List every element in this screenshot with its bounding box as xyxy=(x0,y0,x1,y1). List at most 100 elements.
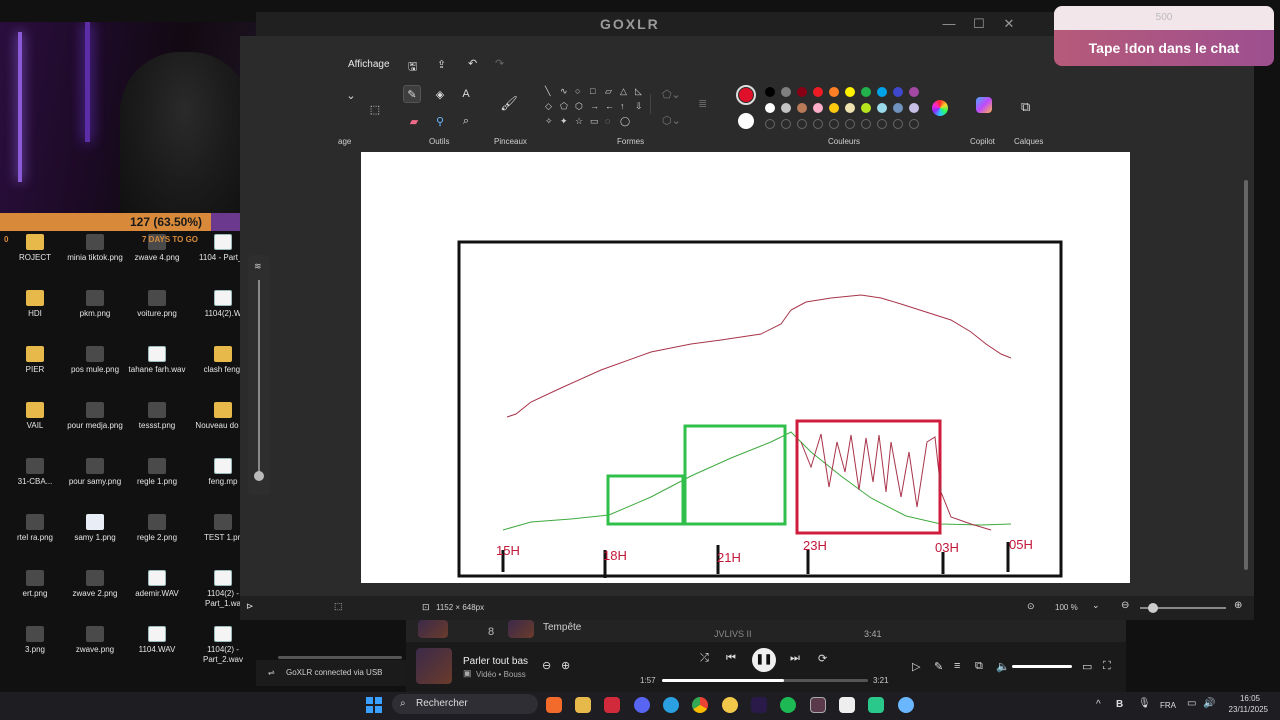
desktop-icon[interactable]: 1104(2) - Part_2.wav xyxy=(188,626,258,665)
shape-tool-icon[interactable]: □ xyxy=(590,86,595,96)
maximize-button[interactable]: ☐ xyxy=(972,16,986,32)
color-swatch[interactable] xyxy=(877,87,887,97)
app-icon[interactable] xyxy=(868,697,884,713)
shape-tool-icon[interactable]: ✧ xyxy=(545,116,553,127)
shape-tool-icon[interactable]: ◌ xyxy=(605,116,610,126)
color-swatch[interactable] xyxy=(909,103,919,113)
color-swatch[interactable] xyxy=(765,103,775,113)
shape-tool-icon[interactable]: ▱ xyxy=(605,86,612,97)
shape-tool-icon[interactable]: ∿ xyxy=(560,86,568,97)
speaker-icon[interactable]: 🔊 xyxy=(1203,698,1215,709)
text-icon[interactable]: A xyxy=(457,85,475,103)
size-icon[interactable]: ≣ xyxy=(698,97,707,110)
cast-icon[interactable]: ⧉ xyxy=(975,660,983,673)
language-indicator[interactable]: FRA xyxy=(1160,701,1176,710)
close-button[interactable]: ✕ xyxy=(1002,16,1016,32)
color-swatch[interactable] xyxy=(829,103,839,113)
color-swatch[interactable] xyxy=(813,103,823,113)
tray-app-icon[interactable]: B xyxy=(1116,699,1123,710)
desktop-icon[interactable]: tessst.png xyxy=(122,402,192,431)
custom-color-slot[interactable] xyxy=(829,119,839,129)
clock-time[interactable]: 16:05 xyxy=(1220,694,1260,703)
fit-icon[interactable]: ⊙ xyxy=(1027,601,1035,612)
repeat-icon[interactable]: ⟳ xyxy=(818,652,827,665)
desktop-icon[interactable]: zwave 2.png xyxy=(60,570,130,599)
custom-color-slot[interactable] xyxy=(781,119,791,129)
telegram-icon[interactable] xyxy=(663,697,679,713)
color-swatch[interactable] xyxy=(781,87,791,97)
chrome-icon[interactable] xyxy=(692,697,708,713)
custom-color-slot[interactable] xyxy=(877,119,887,129)
color-swatch[interactable] xyxy=(813,87,823,97)
custom-color-slot[interactable] xyxy=(813,119,823,129)
volume-icon[interactable]: 🔈 xyxy=(996,660,1010,673)
shape-tool-icon[interactable]: ◺ xyxy=(635,86,642,97)
brave-icon[interactable] xyxy=(546,697,562,713)
app-icon[interactable] xyxy=(810,697,826,713)
color-swatch[interactable] xyxy=(765,87,775,97)
desktop-icon[interactable]: pour medja.png xyxy=(60,402,130,431)
desktop-icon[interactable]: regle 2.png xyxy=(122,514,192,543)
fill-style-icon[interactable]: ⬡⌄ xyxy=(662,114,681,127)
shape-tool-icon[interactable]: ◯ xyxy=(620,116,630,127)
shape-tool-icon[interactable]: ◇ xyxy=(545,101,552,112)
edit-colors-icon[interactable] xyxy=(932,100,948,116)
pause-button[interactable]: ❚❚ xyxy=(752,648,776,672)
canvas-scrollbar[interactable] xyxy=(1244,180,1248,570)
network-icon[interactable]: ▭ xyxy=(1187,698,1196,709)
dislike-icon[interactable]: ⊖ xyxy=(542,659,551,672)
color-picker-icon[interactable]: ⚲ xyxy=(431,112,449,130)
media-progress-bar[interactable] xyxy=(662,679,868,682)
shape-tool-icon[interactable]: → xyxy=(590,101,599,111)
app-icon[interactable] xyxy=(839,697,855,713)
shape-tool-icon[interactable]: ⬠ xyxy=(560,101,568,112)
taskbar-search[interactable]: ⌕ Rechercher xyxy=(392,694,538,714)
color-swatch[interactable] xyxy=(893,87,903,97)
chevron-down-icon[interactable]: ⌄ xyxy=(1092,600,1100,611)
desktop-icon[interactable]: zwave.png xyxy=(60,626,130,655)
microphone-icon[interactable]: 🎙 xyxy=(1138,698,1151,709)
slider-knob[interactable] xyxy=(254,471,264,481)
color-swatch[interactable] xyxy=(845,103,855,113)
shape-tool-icon[interactable]: ↑ xyxy=(620,101,625,111)
desktop-icon[interactable]: pos mule.png xyxy=(60,346,130,375)
app-icon[interactable] xyxy=(604,697,620,713)
queue-icon[interactable]: ▷ xyxy=(912,660,920,673)
shape-tool-icon[interactable]: ☆ xyxy=(575,116,583,127)
start-icon[interactable] xyxy=(366,697,382,713)
shape-tool-icon[interactable]: △ xyxy=(620,86,627,97)
volume-slider[interactable] xyxy=(1012,665,1072,668)
spotify-icon[interactable] xyxy=(780,697,796,713)
color-swatch[interactable] xyxy=(829,87,839,97)
secondary-color[interactable] xyxy=(738,113,754,129)
outline-icon[interactable]: ⬠⌄ xyxy=(662,88,681,101)
save-icon[interactable]: 🖫 xyxy=(408,58,417,77)
layers-icon[interactable]: ⧉ xyxy=(1021,99,1030,115)
color-swatch[interactable] xyxy=(781,103,791,113)
desktop-icon[interactable]: 1104.WAV xyxy=(122,626,192,655)
now-playing-title[interactable]: Parler tout bas xyxy=(463,656,528,667)
custom-color-slot[interactable] xyxy=(909,119,919,129)
custom-color-slot[interactable] xyxy=(893,119,903,129)
color-swatch[interactable] xyxy=(797,103,807,113)
shape-tool-icon[interactable]: ⇩ xyxy=(635,101,643,112)
fullscreen-icon[interactable]: ⛶ xyxy=(1103,660,1111,673)
undo-icon[interactable]: ↶ xyxy=(468,57,477,70)
menu-affichage[interactable]: Affichage xyxy=(348,59,390,70)
eraser-icon[interactable]: ▰ xyxy=(405,112,423,130)
paint-app-icon[interactable] xyxy=(898,697,914,713)
like-icon[interactable]: ⊕ xyxy=(561,659,570,672)
select-icon[interactable]: ⬚ xyxy=(366,100,384,118)
pencil-icon[interactable]: ✎ xyxy=(403,85,421,103)
primary-color[interactable] xyxy=(739,88,753,102)
pen-icon[interactable]: ✎ xyxy=(934,660,943,673)
list-icon[interactable]: ≡ xyxy=(954,660,960,672)
color-swatch[interactable] xyxy=(909,87,919,97)
album-art-icon[interactable] xyxy=(416,648,452,684)
desktop-icon[interactable]: pour samy.png xyxy=(60,458,130,487)
queue-row[interactable]: 8 Tempête JVLIVS II 3:41 xyxy=(406,620,1126,642)
color-swatch[interactable] xyxy=(893,103,903,113)
custom-color-slot[interactable] xyxy=(797,119,807,129)
desktop-icon[interactable]: voiture.png xyxy=(122,290,192,319)
custom-color-slot[interactable] xyxy=(845,119,855,129)
